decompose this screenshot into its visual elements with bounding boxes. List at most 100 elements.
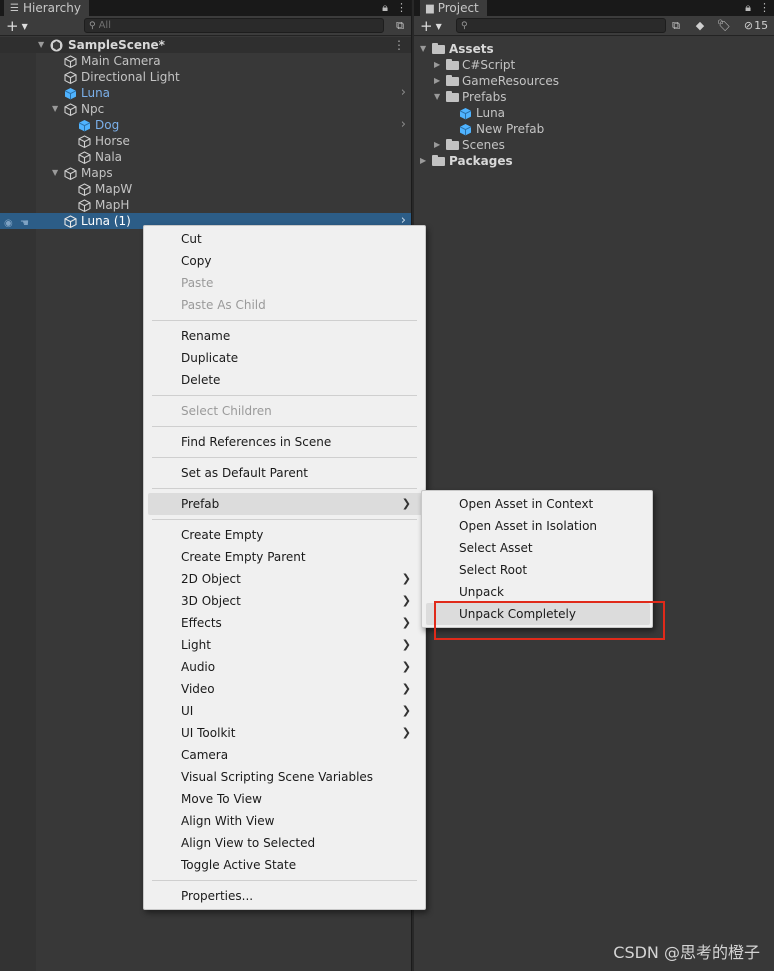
project-tab[interactable]: ▆ Project [420,0,487,16]
unity-scene-icon [50,39,63,52]
collapse-arrow-icon[interactable]: ▶ [420,153,426,169]
chevron-right-icon[interactable]: › [401,117,406,133]
menu-item-audio[interactable]: Audio [181,657,215,677]
hierarchy-context-menu: Cut Copy Paste Paste As Child Rename Dup… [143,225,426,910]
scene-visibility-icon[interactable]: ⧉ [392,18,408,33]
menu-item-video[interactable]: Video [181,679,215,699]
tree-item-luna[interactable]: Luna › [0,85,411,101]
menu-item-open-asset-in-context[interactable]: Open Asset in Context [459,494,593,514]
tree-folder-label: Prefabs [462,90,507,104]
menu-item-align-view-to-selected[interactable]: Align View to Selected [181,833,315,853]
menu-item-ui[interactable]: UI [181,701,193,721]
tree-item-dog[interactable]: Dog › [0,117,411,133]
label-tag-icon[interactable]: 🏷︎ [716,18,732,33]
folder-icon [446,139,459,150]
project-search-input[interactable] [470,20,665,31]
tree-item-label: Dog [95,118,120,132]
tree-folder-csharp[interactable]: ▶ C#Script [414,57,774,73]
menu-item-camera[interactable]: Camera [181,745,228,765]
watermark: CSDN @思考的橙子 [613,943,760,962]
folder-open-icon [432,43,445,54]
collapse-arrow-icon[interactable]: ▶ [434,137,440,153]
project-search[interactable]: ⚲ [456,18,666,33]
collapse-arrow-icon[interactable]: ▶ [434,57,440,73]
eye-icon[interactable]: ◉ [4,216,13,232]
tree-item-label: Horse [95,134,130,148]
tree-folder-gameresources[interactable]: ▶ GameResources [414,73,774,89]
menu-item-align-with-view[interactable]: Align With View [181,811,274,831]
menu-item-create-empty-parent[interactable]: Create Empty Parent [181,547,306,567]
menu-item-delete[interactable]: Delete [181,370,220,390]
expand-arrow-icon[interactable]: ▼ [38,37,44,53]
expand-arrow-icon[interactable]: ▼ [52,101,58,117]
expand-arrow-icon[interactable]: ▼ [434,89,440,105]
tree-item-mapw[interactable]: MapW [0,181,411,197]
kebab-menu-icon[interactable]: ⋮ [759,1,770,15]
menu-item-unpack[interactable]: Unpack [459,582,504,602]
chevron-right-icon: ❯ [401,594,411,607]
project-tabbar: ▆ Project 🔒︎ ⋮ [414,0,774,16]
hierarchy-search[interactable]: ⚲ [84,18,384,33]
menu-item-move-to-view[interactable]: Move To View [181,789,262,809]
tree-item-maph[interactable]: MapH [0,197,411,213]
menu-item-cut[interactable]: Cut [181,229,202,249]
tree-item-main-camera[interactable]: Main Camera [0,53,411,69]
menu-item-rename[interactable]: Rename [181,326,230,346]
tree-item-maps[interactable]: ▼ Maps [0,165,411,181]
prefab-cube-icon [78,120,91,132]
hierarchy-tab[interactable]: ☰ Hierarchy [4,0,89,16]
menu-item-effects[interactable]: Effects [181,613,222,633]
menu-item-copy[interactable]: Copy [181,251,211,271]
menu-item-properties[interactable]: Properties... [181,886,253,906]
chevron-right-icon: ❯ [401,638,411,651]
chevron-right-icon[interactable]: › [401,85,406,101]
tree-folder-assets[interactable]: ▼ Assets [414,41,774,57]
pick-hand-icon[interactable]: ☚ [20,216,29,232]
tree-item-nala[interactable]: Nala [0,149,411,165]
collapse-arrow-icon[interactable]: ▶ [434,73,440,89]
lock-icon[interactable]: 🔒︎ [745,1,751,15]
tree-folder-prefabs[interactable]: ▼ Prefabs [414,89,774,105]
menu-item-light[interactable]: Light [181,635,211,655]
expand-arrow-icon[interactable]: ▼ [52,165,58,181]
menu-separator [152,395,417,396]
scene-row[interactable]: ▼ SampleScene* ⋮ [0,37,411,53]
tree-folder-label: Scenes [462,138,505,152]
menu-item-create-empty[interactable]: Create Empty [181,525,263,545]
menu-item-2d-object[interactable]: 2D Object [181,569,241,589]
scene-kebab-icon[interactable]: ⋮ [393,37,405,53]
lock-icon[interactable]: 🔒︎ [382,1,388,15]
hierarchy-search-input[interactable] [98,20,383,31]
menu-item-set-default-parent[interactable]: Set as Default Parent [181,463,308,483]
menu-item-prefab[interactable]: Prefab [181,494,219,514]
tree-item-directional-light[interactable]: Directional Light [0,69,411,85]
tree-item-npc[interactable]: ▼ Npc [0,101,411,117]
menu-item-select-asset[interactable]: Select Asset [459,538,533,558]
menu-item-3d-object[interactable]: 3D Object [181,591,241,611]
create-asset-button[interactable]: + ▼ [420,17,442,35]
tree-asset-luna[interactable]: Luna [414,105,774,121]
expand-arrow-icon[interactable]: ▼ [420,41,426,57]
menu-item-ui-toolkit[interactable]: UI Toolkit [181,723,235,743]
menu-item-find-references[interactable]: Find References in Scene [181,432,331,452]
hierarchy-tab-icons: 🔒︎ ⋮ [382,1,407,15]
kebab-menu-icon[interactable]: ⋮ [396,1,407,15]
folder-icon [446,75,459,86]
menu-item-visual-scripting[interactable]: Visual Scripting Scene Variables [181,767,373,787]
tree-folder-packages[interactable]: ▶ Packages [414,153,774,169]
filter-type-icon[interactable]: ◆ [692,18,708,33]
tree-item-horse[interactable]: Horse [0,133,411,149]
hidden-packages-toggle[interactable]: ⊘ 15 [740,18,772,33]
tree-asset-new-prefab[interactable]: New Prefab [414,121,774,137]
tree-folder-scenes[interactable]: ▶ Scenes [414,137,774,153]
create-button[interactable]: + ▼ [6,17,28,35]
tree-asset-label: New Prefab [476,122,545,136]
hierarchy-tab-title: Hierarchy [22,1,81,15]
gameobject-icon [64,103,77,116]
hidden-count: 15 [754,19,769,32]
menu-item-select-root[interactable]: Select Root [459,560,527,580]
search-by-type-icon[interactable]: ⧉ [668,18,684,33]
menu-item-open-asset-in-isolation[interactable]: Open Asset in Isolation [459,516,597,536]
menu-item-duplicate[interactable]: Duplicate [181,348,238,368]
menu-item-toggle-active[interactable]: Toggle Active State [181,855,296,875]
